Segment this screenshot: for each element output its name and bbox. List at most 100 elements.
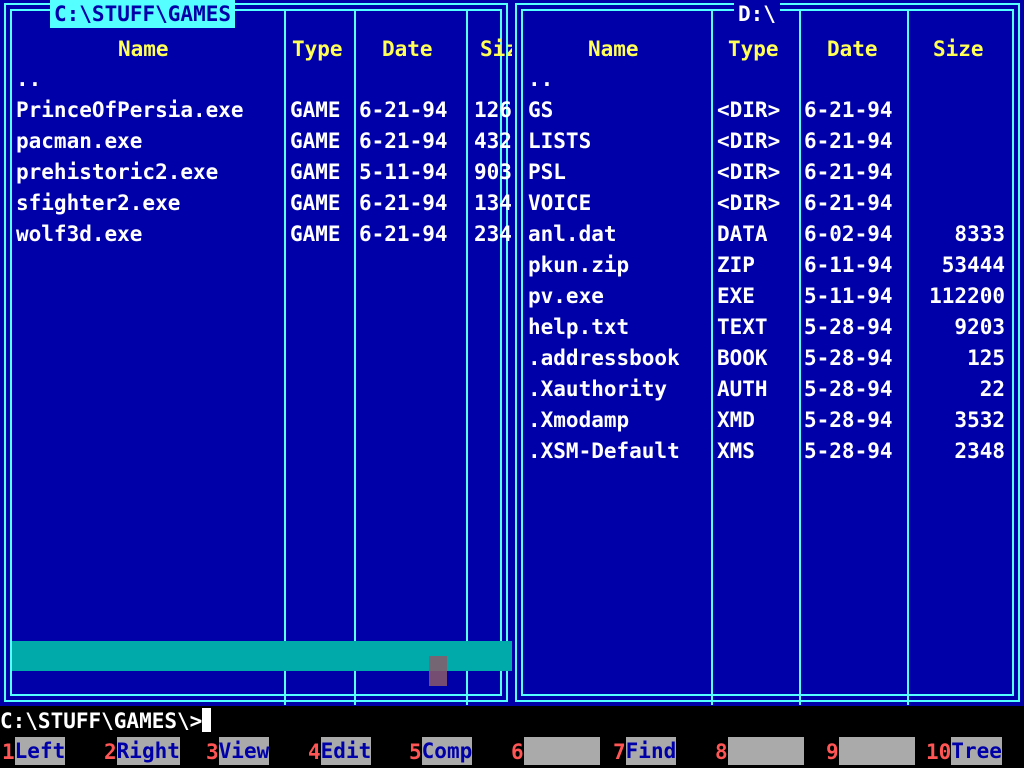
file-date: 6-21-94 bbox=[804, 129, 893, 153]
file-type: GAME bbox=[290, 191, 341, 215]
file-date: 5-28-94 bbox=[804, 408, 893, 432]
left-col-header-type[interactable]: Type bbox=[292, 34, 343, 65]
file-name: PSL bbox=[528, 160, 566, 184]
fkey-2[interactable]: 2Right bbox=[104, 736, 180, 768]
file-row[interactable]: .XSM-Default XMS 5-28-94 2348 bbox=[512, 436, 1024, 467]
file-date: 5-28-94 bbox=[804, 346, 893, 370]
fkey-3[interactable]: 3View bbox=[206, 736, 270, 768]
file-date: 6-21-94 bbox=[359, 222, 448, 246]
file-row[interactable]: .. bbox=[0, 64, 512, 95]
left-col-header-name[interactable]: Name bbox=[118, 34, 169, 65]
fkey-9[interactable]: 9 bbox=[826, 736, 915, 768]
fkey-label: Tree bbox=[951, 737, 1002, 765]
fkey-label: Right bbox=[116, 737, 180, 765]
left-col-header-size[interactable]: Size bbox=[480, 34, 512, 65]
fkey-8[interactable]: 8 bbox=[715, 736, 804, 768]
file-name: pkun.zip bbox=[528, 253, 630, 277]
fkey-label bbox=[523, 737, 600, 765]
file-name: .Xauthority bbox=[528, 377, 668, 401]
file-name: .. bbox=[528, 67, 554, 91]
command-prompt: C:\STUFF\GAMES\> bbox=[0, 709, 203, 733]
right-panel[interactable]: D:\ Name Type Date Size .. GS <DIR> 6-21-94… bbox=[512, 0, 1024, 708]
file-row[interactable]: wolf3d.exe GAME 6-21-94 23422 bbox=[0, 219, 512, 250]
right-col-header-size[interactable]: Size bbox=[933, 34, 984, 65]
file-name: prehistoric2.exe bbox=[16, 160, 219, 184]
file-date: 6-21-94 bbox=[804, 160, 893, 184]
fkey-label: Edit bbox=[320, 737, 372, 765]
file-row[interactable]: sfighter2.exe GAME 6-21-94 1342 bbox=[0, 188, 512, 219]
right-col-header-date[interactable]: Date bbox=[827, 34, 878, 65]
fkey-1[interactable]: 1Left bbox=[2, 736, 66, 768]
file-type: XMS bbox=[717, 439, 755, 463]
left-col-header-date[interactable]: Date bbox=[382, 34, 433, 65]
file-row[interactable]: LISTS <DIR> 6-21-94 bbox=[512, 126, 1024, 157]
file-size: 112200 bbox=[929, 284, 1005, 308]
file-row[interactable]: prehistoric2.exe GAME 5-11-94 9032 bbox=[0, 157, 512, 188]
file-row[interactable]: help.txt TEXT 5-28-94 9203 bbox=[512, 312, 1024, 343]
fkey-5[interactable]: 5Comp bbox=[409, 736, 473, 768]
file-name: LISTS bbox=[528, 129, 592, 153]
file-name: GS bbox=[528, 98, 554, 122]
file-row[interactable]: .addressbook BOOK 5-28-94 125 bbox=[512, 343, 1024, 374]
function-key-bar: 1Left 2Right 3View 4Edit 5Comp 6 7Find 8 9 10T… bbox=[0, 736, 1024, 768]
file-size: 2348 bbox=[954, 439, 1005, 463]
file-size: 9032 bbox=[474, 160, 512, 184]
fkey-label: Find bbox=[625, 737, 677, 765]
fkey-number: 9 bbox=[826, 740, 839, 764]
file-size: 22 bbox=[979, 377, 1005, 401]
file-row[interactable]: .. bbox=[512, 64, 1024, 95]
file-size: 12613 bbox=[474, 98, 512, 122]
left-panel[interactable]: C:\STUFF\GAMES Name Type Date Size .. Pri… bbox=[0, 0, 512, 708]
file-name: .Xmodamp bbox=[528, 408, 630, 432]
right-file-list: .. GS <DIR> 6-21-94 LISTS <DIR> 6-21-94 PSL <DIR… bbox=[512, 64, 1024, 467]
file-row[interactable]: .Xmodamp XMD 5-28-94 3532 bbox=[512, 405, 1024, 436]
file-row[interactable]: pacman.exe GAME 6-21-94 4324 bbox=[0, 126, 512, 157]
file-name: help.txt bbox=[528, 315, 630, 339]
file-name: .. bbox=[16, 67, 42, 91]
file-row[interactable]: pv.exe EXE 5-11-94 112200 bbox=[512, 281, 1024, 312]
file-size: 4324 bbox=[474, 129, 512, 153]
file-size: 9203 bbox=[954, 315, 1005, 339]
file-row[interactable]: pkun.zip ZIP 6-11-94 53444 bbox=[512, 250, 1024, 281]
file-date: 6-02-94 bbox=[804, 222, 893, 246]
file-name: wolf3d.exe bbox=[16, 222, 143, 246]
fkey-number: 4 bbox=[308, 740, 321, 764]
file-type: DATA bbox=[717, 222, 768, 246]
file-date: 5-11-94 bbox=[804, 284, 893, 308]
fkey-number: 5 bbox=[409, 740, 422, 764]
fkey-number: 8 bbox=[715, 740, 728, 764]
fkey-10[interactable]: 10Tree bbox=[926, 736, 1002, 768]
mouse-cursor-block bbox=[429, 656, 447, 686]
file-row[interactable]: PrinceOfPersia.exe GAME 6-21-94 12613 bbox=[0, 95, 512, 126]
left-panel-path: C:\STUFF\GAMES bbox=[50, 0, 236, 28]
file-name: pacman.exe bbox=[16, 129, 143, 153]
right-col-header-name[interactable]: Name bbox=[588, 34, 639, 65]
file-size: 125 bbox=[967, 346, 1005, 370]
file-name: PrinceOfPersia.exe bbox=[16, 98, 244, 122]
fkey-6[interactable]: 6 bbox=[511, 736, 600, 768]
file-size: 1342 bbox=[474, 191, 512, 215]
left-file-list: .. PrinceOfPersia.exe GAME 6-21-94 12613 pacm… bbox=[0, 64, 512, 250]
file-row[interactable]: PSL <DIR> 6-21-94 bbox=[512, 157, 1024, 188]
file-row[interactable]: anl.dat DATA 6-02-94 8333 bbox=[512, 219, 1024, 250]
file-type: <DIR> bbox=[717, 160, 781, 184]
file-type: ZIP bbox=[717, 253, 755, 277]
file-row[interactable]: GS <DIR> 6-21-94 bbox=[512, 95, 1024, 126]
file-row[interactable]: VOICE <DIR> 6-21-94 bbox=[512, 188, 1024, 219]
fkey-4[interactable]: 4Edit bbox=[308, 736, 372, 768]
file-size: 23422 bbox=[474, 222, 512, 246]
file-date: 5-28-94 bbox=[804, 377, 893, 401]
file-type: BOOK bbox=[717, 346, 768, 370]
file-date: 6-11-94 bbox=[804, 253, 893, 277]
file-row[interactable]: .Xauthority AUTH 5-28-94 22 bbox=[512, 374, 1024, 405]
file-date: 6-21-94 bbox=[804, 191, 893, 215]
right-col-header-type[interactable]: Type bbox=[728, 34, 779, 65]
file-type: <DIR> bbox=[717, 129, 781, 153]
fkey-label: Left bbox=[14, 737, 66, 765]
file-date: 6-21-94 bbox=[804, 98, 893, 122]
file-size: 3532 bbox=[954, 408, 1005, 432]
file-manager-screen: C:\STUFF\GAMES Name Type Date Size .. Pri… bbox=[0, 0, 1024, 768]
file-name: .XSM-Default bbox=[528, 439, 680, 463]
command-line[interactable]: C:\STUFF\GAMES\> bbox=[0, 706, 1024, 736]
fkey-7[interactable]: 7Find bbox=[613, 736, 677, 768]
